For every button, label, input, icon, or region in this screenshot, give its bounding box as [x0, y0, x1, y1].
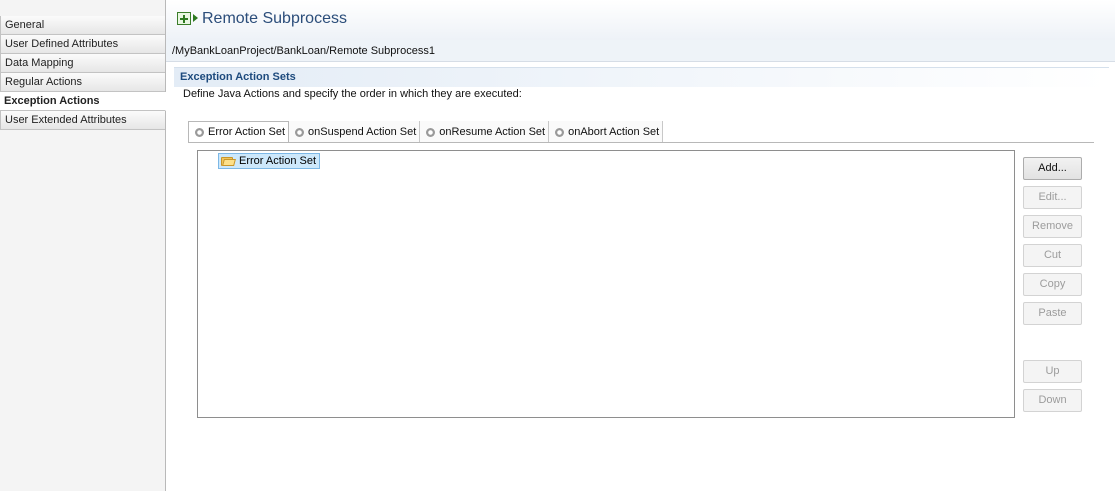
tab-label: onResume Action Set: [439, 126, 546, 138]
gear-icon: [555, 127, 565, 137]
edit-button[interactable]: Edit...: [1023, 186, 1082, 209]
tree-item-label: Error Action Set: [239, 155, 317, 167]
tab-onresume-action-set[interactable]: onResume Action Set: [420, 121, 550, 143]
tab-divider: [188, 142, 1094, 143]
tab-label: Error Action Set: [208, 126, 286, 138]
cut-button[interactable]: Cut: [1023, 244, 1082, 267]
remove-button[interactable]: Remove: [1023, 215, 1082, 238]
gear-icon: [195, 127, 204, 137]
page-header: Remote Subprocess: [166, 0, 1115, 40]
section-description: Define Java Actions and specify the orde…: [183, 88, 522, 100]
gear-icon: [426, 127, 436, 137]
sidebar: General User Defined Attributes Data Map…: [0, 0, 166, 491]
sidebar-item-data-mapping[interactable]: Data Mapping: [0, 54, 165, 73]
tab-onsuspend-action-set[interactable]: onSuspend Action Set: [289, 121, 421, 143]
tab-label: onAbort Action Set: [568, 126, 660, 138]
subprocess-icon: [177, 12, 191, 25]
down-button[interactable]: Down: [1023, 389, 1082, 412]
gear-icon: [295, 127, 305, 137]
up-button[interactable]: Up: [1023, 360, 1082, 383]
action-tree[interactable]: Error Action Set: [197, 150, 1015, 418]
sidebar-item-general[interactable]: General: [0, 16, 165, 35]
action-set-tabs: Error Action Set onSuspend Action Set on…: [188, 121, 664, 143]
subprocess-arrow-icon: [193, 14, 198, 22]
tab-error-action-set[interactable]: Error Action Set: [188, 121, 290, 143]
sidebar-item-regular-actions[interactable]: Regular Actions: [0, 73, 165, 92]
folder-open-icon: [221, 156, 236, 166]
paste-button[interactable]: Paste: [1023, 302, 1082, 325]
sidebar-item-user-defined-attributes[interactable]: User Defined Attributes: [0, 35, 165, 54]
page-title: Remote Subprocess: [202, 10, 347, 27]
tab-label: onSuspend Action Set: [308, 126, 417, 138]
section-title: Exception Action Sets: [180, 71, 296, 83]
sidebar-item-user-extended-attributes[interactable]: User Extended Attributes: [0, 111, 165, 130]
breadcrumb: /MyBankLoanProject/BankLoan/Remote Subpr…: [166, 40, 1115, 62]
sidebar-item-exception-actions[interactable]: Exception Actions: [0, 92, 166, 111]
tab-onabort-action-set[interactable]: onAbort Action Set: [549, 121, 664, 143]
copy-button[interactable]: Copy: [1023, 273, 1082, 296]
section-header-band: [174, 67, 1109, 87]
add-button[interactable]: Add...: [1023, 157, 1082, 180]
tree-item-error-action-set[interactable]: Error Action Set: [218, 153, 321, 169]
